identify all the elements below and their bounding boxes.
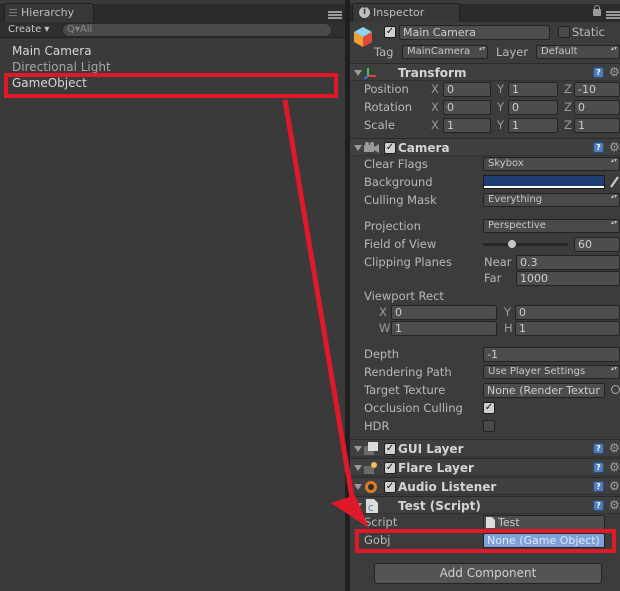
annotation-arrow — [282, 99, 369, 528]
